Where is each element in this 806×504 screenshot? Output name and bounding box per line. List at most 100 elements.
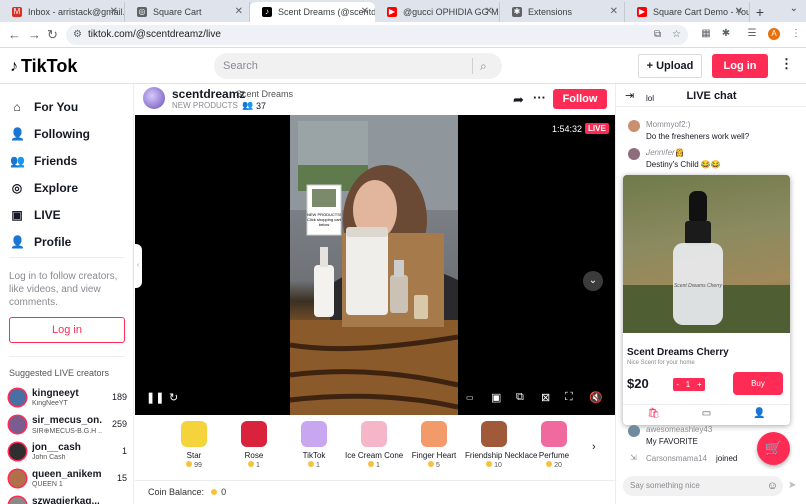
suggested-creator[interactable]: queen_anikemi QUEEN 1 15 <box>9 467 127 489</box>
shopping-bag-icon[interactable]: 🛍 <box>626 408 681 419</box>
chrome-menu-icon[interactable]: ⋮ <box>790 28 802 40</box>
pause-icon[interactable]: ❚❚ <box>146 391 164 404</box>
coin-icon <box>210 489 217 495</box>
gift-item[interactable]: Friendship Necklace 10 <box>465 421 537 469</box>
back-icon[interactable]: ← <box>8 26 21 44</box>
suggested-creator[interactable]: jon__cash John Cash 1 <box>9 440 127 462</box>
close-tab-icon[interactable]: ✕ <box>361 2 369 22</box>
login-button[interactable]: Log in <box>712 54 768 78</box>
follow-button[interactable]: Follow <box>553 89 607 109</box>
gift-item[interactable]: Ice Cream Cone 1 <box>345 421 403 469</box>
pip-icon[interactable]: ⧉ <box>516 391 524 404</box>
card-payment-icon[interactable]: ▭ <box>679 408 734 419</box>
share-icon[interactable]: ➦ <box>513 92 524 108</box>
bookmark-star-icon[interactable]: ☆ <box>672 25 681 45</box>
gift-price-value: 10 <box>494 462 502 469</box>
quality-icon[interactable]: ▭ <box>466 393 474 402</box>
decrease-button[interactable]: - <box>676 378 679 391</box>
product-card[interactable]: Scent Dreams Cherry Scent Dreams Cherry … <box>623 175 790 425</box>
install-app-icon[interactable]: ⧉ <box>654 25 661 45</box>
account-icon[interactable]: 👤 <box>732 408 787 419</box>
left-sidebar: ⌂ For You 👤 Following 👥 Friends ◎ Explore ▣ LIVE 👤… <box>0 84 134 504</box>
buy-button[interactable]: Buy <box>733 372 783 395</box>
browser-tab[interactable]: ✱ Extensions ✕ <box>500 2 625 22</box>
sidebar-collapse-handle[interactable]: ‹ <box>134 244 142 288</box>
gift-item[interactable]: Finger Heart 5 <box>405 421 463 469</box>
upload-label: Upload <box>656 60 694 72</box>
close-tab-icon[interactable]: ✕ <box>735 2 743 22</box>
suggested-live-title: Suggested LIVE creators <box>9 368 110 378</box>
extensions-puzzle-icon[interactable]: ✱ <box>720 28 732 40</box>
forward-icon[interactable]: → <box>28 26 41 44</box>
send-icon[interactable]: ➤ <box>788 480 796 491</box>
browser-tab[interactable]: ▶ @gucci OPHIDIA GG MIN ✕ <box>375 2 500 22</box>
shopping-cart-button[interactable]: 🛒 <box>757 432 790 465</box>
suggested-creator[interactable]: sir_mecus_on... SIR⊕MECUS-B.G.H ... 259 <box>9 413 127 435</box>
gift-price: 10 <box>465 461 523 469</box>
search-icon[interactable]: ⌕ <box>480 53 487 79</box>
close-tab-icon[interactable]: ✕ <box>485 2 493 22</box>
upload-button[interactable]: + Upload <box>638 54 702 78</box>
picture-icon[interactable]: ▣ <box>491 391 501 404</box>
emoji-icon[interactable]: ☺ <box>767 476 778 496</box>
host-avatar[interactable] <box>143 87 165 109</box>
gift-next-arrow-icon[interactable]: › <box>592 441 596 453</box>
browser-tab[interactable]: ◎ Square Cart ✕ <box>125 2 250 22</box>
browser-tab[interactable]: M Inbox - arristack@gmail.c ✕ <box>0 2 125 22</box>
plus-icon: + <box>646 60 657 72</box>
more-icon[interactable]: ··· <box>533 90 546 105</box>
live-scene-illustration <box>290 115 458 415</box>
sidebar-item-explore[interactable]: ◎ Explore <box>10 179 78 197</box>
refresh-icon[interactable]: ↻ <box>169 391 178 404</box>
browser-tab[interactable]: ▶ Square Cart Demo - YouT ✕ <box>625 2 750 22</box>
lotion-bottle <box>314 265 334 317</box>
increase-button[interactable]: + <box>697 378 702 391</box>
search-input[interactable]: Search ⌕ <box>214 53 502 79</box>
search-placeholder: Search <box>223 60 258 72</box>
reload-icon[interactable]: ↻ <box>47 26 58 44</box>
tiktok-logo[interactable]: ♪ TikTok <box>10 56 77 77</box>
close-tab-icon[interactable]: ✕ <box>110 2 118 22</box>
new-tab-button[interactable]: + <box>750 2 770 22</box>
gift-price-value: 99 <box>194 462 202 469</box>
gift-item[interactable]: TikTok 1 <box>285 421 343 469</box>
live-badge: LIVE <box>585 123 609 134</box>
creator-viewer-count: 259 <box>111 419 127 429</box>
url-field[interactable]: ⚙ tiktok.com/@scentdreamz/live ⧉ ☆ <box>66 25 688 45</box>
profile-avatar[interactable]: A <box>768 28 780 40</box>
chat-input[interactable]: Say something nice ☺ <box>623 476 783 496</box>
browser-tab[interactable]: ♪ Scent Dreams (@scentdre ✕ <box>250 2 375 22</box>
mute-icon[interactable]: 🔇 <box>589 391 603 404</box>
gift-item[interactable]: Rose 1 <box>225 421 283 469</box>
sidebar-item-for-you[interactable]: ⌂ For You <box>10 98 78 116</box>
logo-text: TikTok <box>21 56 78 76</box>
extension-icon[interactable]: ▦ <box>700 28 712 40</box>
gift-item[interactable]: Star 99 <box>165 421 223 469</box>
site-info-icon[interactable]: ⚙ <box>73 25 82 45</box>
tab-search-icon[interactable]: ⌄ <box>790 3 798 14</box>
close-tab-icon[interactable]: ✕ <box>610 2 618 22</box>
join-text: joined <box>716 454 738 463</box>
host-username[interactable]: scentdreamz <box>172 87 245 101</box>
more-options-icon[interactable]: ⋮ <box>780 56 793 72</box>
reading-list-icon[interactable]: ☰ <box>746 28 758 40</box>
profile-icon: 👤 <box>10 235 25 249</box>
quantity-stepper[interactable]: - 1 + <box>673 378 705 391</box>
gift-item[interactable]: Perfume 20 <box>525 421 583 469</box>
chat-username: Mommyof2:) <box>646 120 691 129</box>
creator-name: jon__cash <box>32 442 81 453</box>
sidebar-item-friends[interactable]: 👥 Friends <box>10 152 77 170</box>
close-tab-icon[interactable]: ✕ <box>235 2 243 22</box>
expand-chevron-icon[interactable]: ⌄ <box>583 271 603 291</box>
fullscreen-icon[interactable]: ⛶ <box>565 391 573 404</box>
divider <box>9 257 125 258</box>
live-video-player[interactable]: NEW PRODUCTS! Click shopping cart below … <box>135 115 615 415</box>
live-elapsed-time: 1:54:32 <box>552 124 583 134</box>
sidebar-item-following[interactable]: 👤 Following <box>10 125 90 143</box>
suggested-creator[interactable]: szwagierkag... <box>9 494 127 504</box>
sidebar-item-profile[interactable]: 👤 Profile <box>10 233 71 251</box>
sidebar-item-live[interactable]: ▣ LIVE <box>10 206 60 224</box>
sidebar-login-button[interactable]: Log in <box>9 317 125 343</box>
caption-off-icon[interactable]: ⊠ <box>541 391 550 404</box>
suggested-creator[interactable]: kingneeyt KingNeeYT 189 <box>9 386 127 408</box>
